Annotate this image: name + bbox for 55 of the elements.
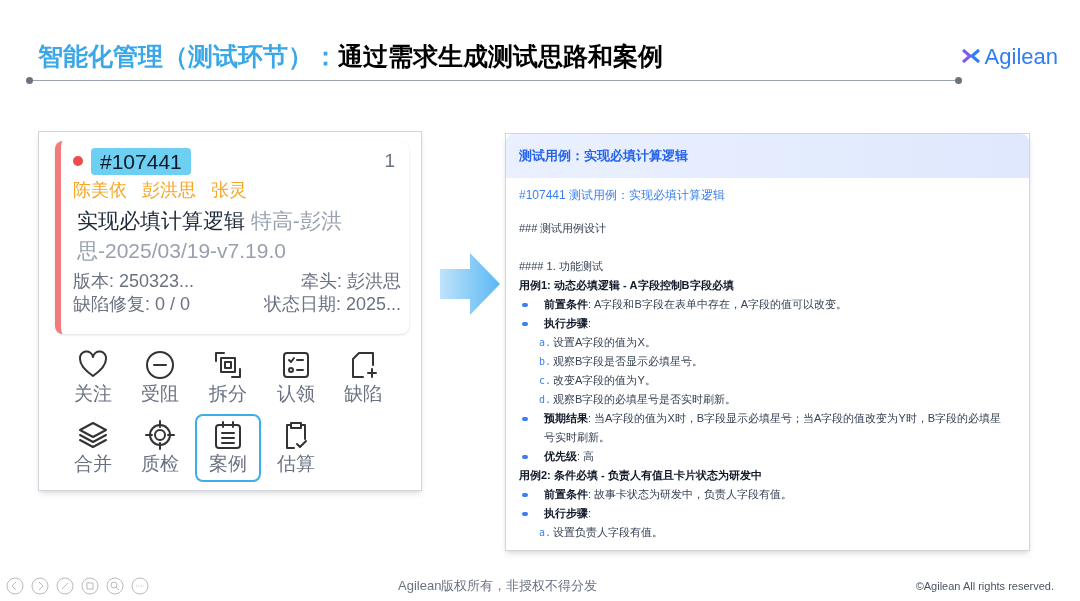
markdown-heading: ### 测试用例设计 — [519, 221, 608, 236]
arrow-shape — [440, 253, 500, 315]
pen-icon[interactable] — [56, 577, 74, 595]
layers-icon — [76, 419, 109, 451]
step-text: 设置A字段的值为X。 — [553, 335, 656, 350]
search-icon[interactable] — [106, 577, 124, 595]
meta-text: 状态日期: 2025... — [263, 292, 401, 316]
step-marker: d. — [539, 393, 552, 407]
step-text: 设置负责人字段有值。 — [553, 525, 664, 540]
step-text: 观察B字段是否显示必填星号。 — [553, 354, 704, 369]
bullet-text: 优先级: 高 — [544, 449, 595, 464]
bullet-text: 执行步骤: — [544, 506, 592, 521]
step-marker: a. — [539, 526, 552, 540]
bullet-text: 前置条件: 故事卡状态为研发中，负责人字段有值。 — [544, 487, 793, 502]
action-button[interactable]: 案例 — [195, 414, 261, 482]
rights-text: ©Agilean All rights reserved. — [915, 578, 1054, 594]
card-count: 1 — [384, 149, 395, 173]
logo-icon — [960, 47, 981, 65]
action-button[interactable]: 合并 — [60, 414, 126, 482]
action-button[interactable]: 关注 — [60, 344, 126, 412]
meta-text: 缺陷修复: 0 / 0 — [73, 292, 191, 316]
copyright-notice: Agilean版权所有，非授权不得分发 — [398, 577, 598, 596]
step-text: 观察B字段的必填星号是否实时刷新。 — [553, 392, 737, 407]
action-button[interactable]: 拆分 — [195, 344, 261, 412]
squares-icon — [212, 349, 244, 381]
copy-icon[interactable] — [81, 577, 99, 595]
case-link[interactable]: #107441 测试用例：实现必填计算逻辑 — [519, 186, 1009, 205]
action-button[interactable]: 受阻 — [127, 344, 194, 412]
action-button[interactable]: 质检 — [127, 414, 194, 482]
card-title: 实现必填计算逻辑 特高-彭洪思-2025/03/19-v7.19.0 — [77, 207, 343, 264]
meta-text: 牵头: 彭洪思 — [301, 269, 401, 293]
slide-title: 智能化管理（测试环节）：通过需求生成测试思路和案例 — [38, 41, 663, 72]
case-title: 用例1: 动态必填逻辑 - A字段控制B字段必填 — [519, 278, 735, 293]
bullet-text: 执行步骤: — [544, 316, 592, 331]
step-marker: c. — [539, 374, 552, 388]
meta-text: 版本: 250323... — [73, 269, 195, 293]
calendar-list-icon — [212, 419, 244, 451]
previous-icon[interactable] — [6, 577, 24, 595]
card-id: #107441 — [91, 147, 191, 175]
next-icon[interactable] — [31, 577, 49, 595]
action-button[interactable]: 认领 — [262, 344, 329, 412]
panel-title: 测试用例：实现必填计算逻辑 — [519, 147, 688, 166]
step-text: 改变A字段的值为Y。 — [553, 373, 656, 388]
step-marker: a. — [539, 336, 552, 350]
bullet-text: 预期结果: 当A字段的值为X时，B字段显示必填星号；当A字段的值改变为Y时，B字段的必填星号实时刷新。 — [544, 411, 1003, 445]
action-button[interactable]: 缺陷 — [330, 344, 396, 412]
logo-text: Agilean — [984, 42, 1058, 71]
minus-circle-icon — [144, 349, 177, 381]
markdown-heading: #### 1. 功能测试 — [519, 259, 604, 274]
crosshair-icon — [144, 419, 177, 451]
step-marker: b. — [539, 355, 552, 369]
bullet-text: 前置条件: A字段和B字段在表单中存在，A字段的值可以改变。 — [544, 297, 848, 312]
action-button[interactable]: 估算 — [262, 414, 329, 482]
more-icon[interactable] — [131, 577, 149, 595]
case-title: 用例2: 条件必填 - 负责人有值且卡片状态为研发中 — [519, 468, 763, 483]
